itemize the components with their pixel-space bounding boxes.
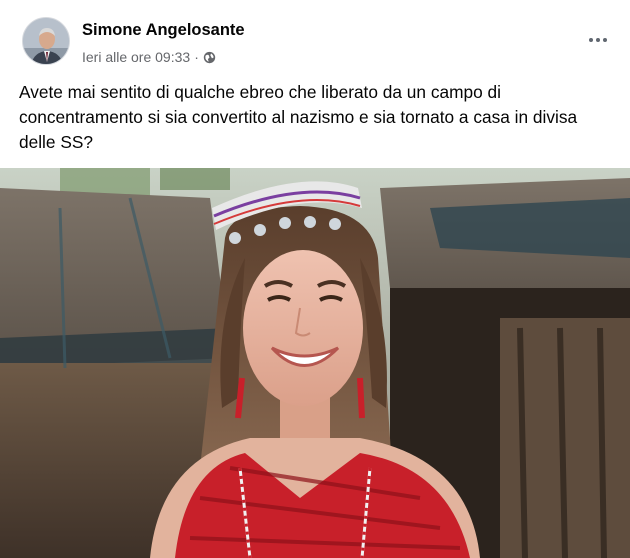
more-options-button[interactable] [580, 25, 616, 55]
facebook-post: Simone Angelosante Ieri alle ore 09:33 ·… [0, 0, 630, 558]
post-photo[interactable] [0, 168, 630, 558]
author-name[interactable]: Simone Angelosante [82, 21, 245, 40]
meta-separator: · [194, 49, 199, 65]
post-text: Avete mai sentito di qualche ebreo che l… [19, 82, 578, 152]
post-meta: Ieri alle ore 09:33 · [82, 49, 216, 65]
photo-illustration [0, 168, 630, 558]
more-horizontal-icon [589, 38, 593, 42]
globe-icon [203, 51, 216, 64]
author-avatar[interactable] [22, 17, 70, 65]
post-timestamp[interactable]: Ieri alle ore 09:33 [82, 49, 190, 65]
post-header: Simone Angelosante Ieri alle ore 09:33 · [22, 15, 622, 71]
